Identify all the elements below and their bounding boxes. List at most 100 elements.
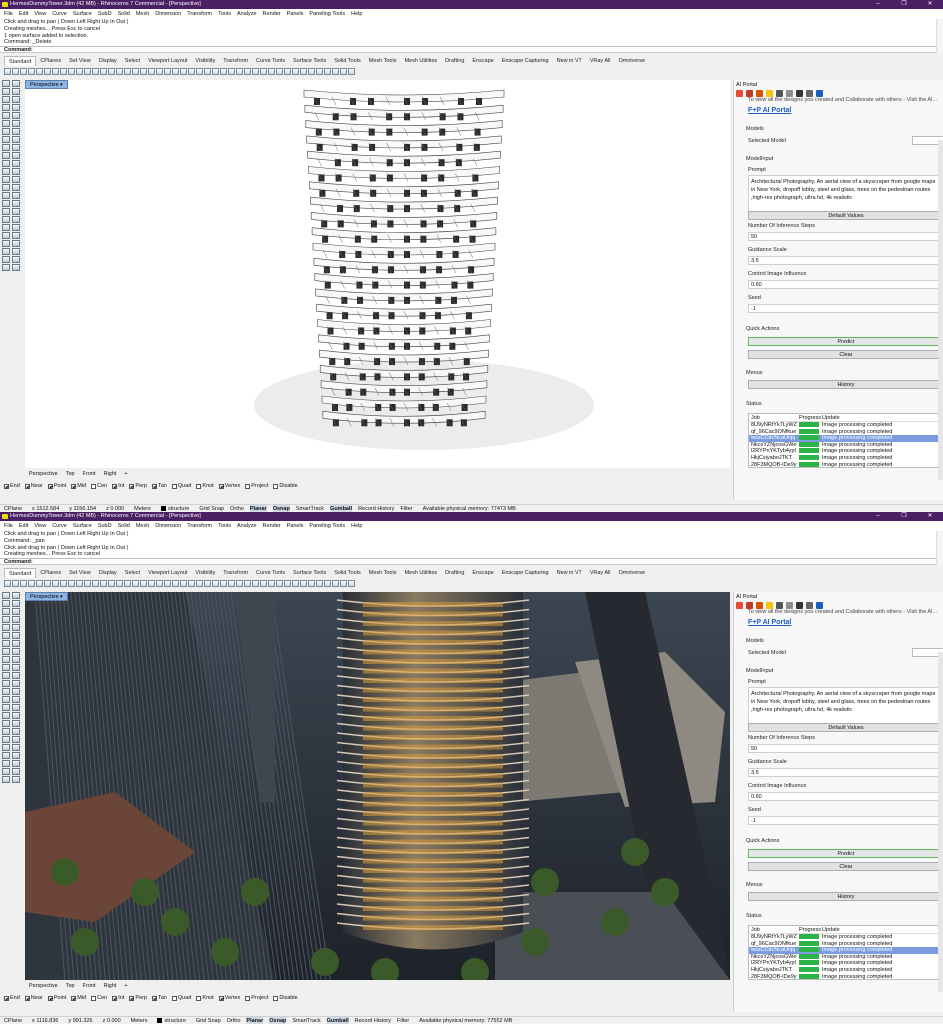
tool-icon[interactable] — [2, 712, 10, 719]
status-toggle[interactable]: Grid Snap — [196, 1017, 221, 1024]
folder-icon[interactable] — [766, 602, 773, 609]
status-toggle[interactable]: Grid Snap — [199, 505, 224, 512]
toolbar-button-icon[interactable] — [196, 580, 203, 587]
toolbar-button-icon[interactable] — [116, 580, 123, 587]
toolbar-button-icon[interactable] — [244, 68, 251, 75]
view-tab[interactable]: Right — [103, 470, 116, 478]
portal-link[interactable]: F+P AI Portal — [748, 619, 791, 626]
job-row[interactable]: 28F3MQOB-IDe9y Image processing completed — [749, 462, 943, 467]
predict-button[interactable]: Predict — [748, 337, 943, 346]
history-button[interactable]: History — [748, 380, 943, 389]
toolbar-button-icon[interactable] — [92, 580, 99, 587]
seed-field[interactable]: -1 — [748, 304, 943, 313]
toolbar-tab[interactable]: New in V7 — [553, 56, 586, 66]
job-row[interactable]: 8U9yNRtYk7LyWZ Image processing completed — [749, 422, 943, 429]
menu-item[interactable]: Dimension — [155, 9, 181, 19]
toolbar-button-icon[interactable] — [12, 580, 19, 587]
toolbar-tab[interactable]: Visibility — [191, 56, 219, 66]
tool-icon[interactable] — [2, 656, 10, 663]
osnap-disable[interactable]: Disable — [273, 482, 298, 491]
tool-icon[interactable] — [12, 760, 20, 767]
view-tab[interactable]: Perspective — [29, 470, 58, 478]
tool-icon[interactable] — [12, 256, 20, 263]
tool-icon[interactable] — [12, 176, 20, 183]
toolbar-tab[interactable]: Drafting — [441, 56, 468, 66]
osnap-int[interactable]: Int — [112, 994, 124, 1003]
toolbar-button-icon[interactable] — [212, 580, 219, 587]
tool-icon[interactable] — [12, 688, 20, 695]
tool-icon[interactable] — [12, 680, 20, 687]
clear-button[interactable]: Clear — [748, 350, 943, 359]
osnap-mid[interactable]: Mid — [71, 482, 86, 491]
menu-item[interactable]: Paneling Tools — [309, 9, 345, 19]
toolbar-button-icon[interactable] — [132, 68, 139, 75]
minimize-icon[interactable]: – — [865, 0, 891, 9]
toolbar-tab[interactable]: Curve Tools — [252, 568, 289, 578]
tool-icon[interactable] — [2, 232, 10, 239]
tool-icon[interactable] — [2, 120, 10, 127]
tool-icon[interactable] — [2, 776, 10, 783]
toolbar-tab[interactable]: Select — [121, 56, 144, 66]
toolbar-button-icon[interactable] — [236, 68, 243, 75]
osnap-vertex[interactable]: Vertex — [218, 994, 240, 1003]
toolbar-button-icon[interactable] — [156, 68, 163, 75]
tool-icon[interactable] — [2, 632, 10, 639]
checkbox[interactable] — [151, 996, 157, 1001]
tool-icon[interactable] — [2, 616, 10, 623]
toolbar-tab[interactable]: Set View — [65, 568, 95, 578]
layers-icon[interactable] — [786, 602, 793, 609]
tool-icon[interactable] — [2, 744, 10, 751]
view-tab[interactable]: Top — [66, 470, 75, 478]
viewport-label[interactable]: Perspective — [25, 592, 68, 601]
job-row[interactable]: NkcsYZNjcosGWeVI Image processing complet… — [749, 442, 943, 449]
job-row[interactable]: HkjCsiyaboJTKT Image processing completed — [749, 455, 943, 462]
toolbar-button-icon[interactable] — [60, 68, 67, 75]
tool-icon[interactable] — [12, 232, 20, 239]
status-toggle[interactable]: SmartTrack — [296, 505, 324, 512]
chrome-icon[interactable] — [736, 90, 743, 97]
tool-icon[interactable] — [2, 152, 10, 159]
toolbar-tab[interactable]: Display — [95, 568, 121, 578]
toolbar-tab[interactable]: Drafting — [441, 568, 468, 578]
view-tab[interactable]: + — [124, 982, 127, 990]
osnap-cen[interactable]: Cen — [91, 994, 107, 1003]
tool-icon[interactable] — [2, 736, 10, 743]
toolbar-button-icon[interactable] — [84, 580, 91, 587]
checkbox[interactable] — [47, 996, 53, 1001]
toolbar-button-icon[interactable] — [124, 580, 131, 587]
toolbar-tab[interactable]: Mesh Tools — [365, 568, 401, 578]
units-label[interactable]: Meters — [131, 1017, 148, 1024]
history-button[interactable]: History — [748, 892, 943, 901]
checkbox[interactable] — [47, 484, 53, 489]
tool-icon[interactable] — [2, 760, 10, 767]
toolbar-button-icon[interactable] — [204, 580, 211, 587]
toolbar-button-icon[interactable] — [164, 68, 171, 75]
menu-item[interactable]: Transform — [187, 9, 212, 19]
tool-icon[interactable] — [12, 160, 20, 167]
tool-icon[interactable] — [2, 264, 10, 271]
status-toggle[interactable]: Record History — [355, 1017, 391, 1024]
osnap-quad[interactable]: Quad — [171, 482, 191, 491]
toolbar-button-icon[interactable] — [228, 580, 235, 587]
toolbar-button-icon[interactable] — [260, 580, 267, 587]
tool-icon[interactable] — [2, 128, 10, 135]
status-toggle[interactable]: Osnap — [269, 1017, 287, 1024]
menu-item[interactable]: File — [4, 521, 13, 531]
tool-icon[interactable] — [2, 208, 10, 215]
toolbar-tab[interactable]: Solid Tools — [330, 568, 365, 578]
status-toggle[interactable]: Ortho — [227, 1017, 241, 1024]
tool-icon[interactable] — [12, 600, 20, 607]
checkbox[interactable] — [129, 484, 135, 489]
minimize-icon[interactable]: – — [865, 512, 891, 521]
grid-icon[interactable] — [806, 602, 813, 609]
tool-icon[interactable] — [12, 216, 20, 223]
osnap-project[interactable]: Project — [245, 482, 268, 491]
osnap-mid[interactable]: Mid — [71, 994, 86, 1003]
monitor-icon[interactable] — [796, 90, 803, 97]
toolbar-button-icon[interactable] — [36, 68, 43, 75]
status-toggle[interactable]: Filter — [397, 1017, 409, 1024]
toolbar-button-icon[interactable] — [116, 68, 123, 75]
close-icon[interactable]: ✕ — [917, 0, 943, 9]
toolbar-button-icon[interactable] — [180, 68, 187, 75]
tool-icon[interactable] — [2, 176, 10, 183]
